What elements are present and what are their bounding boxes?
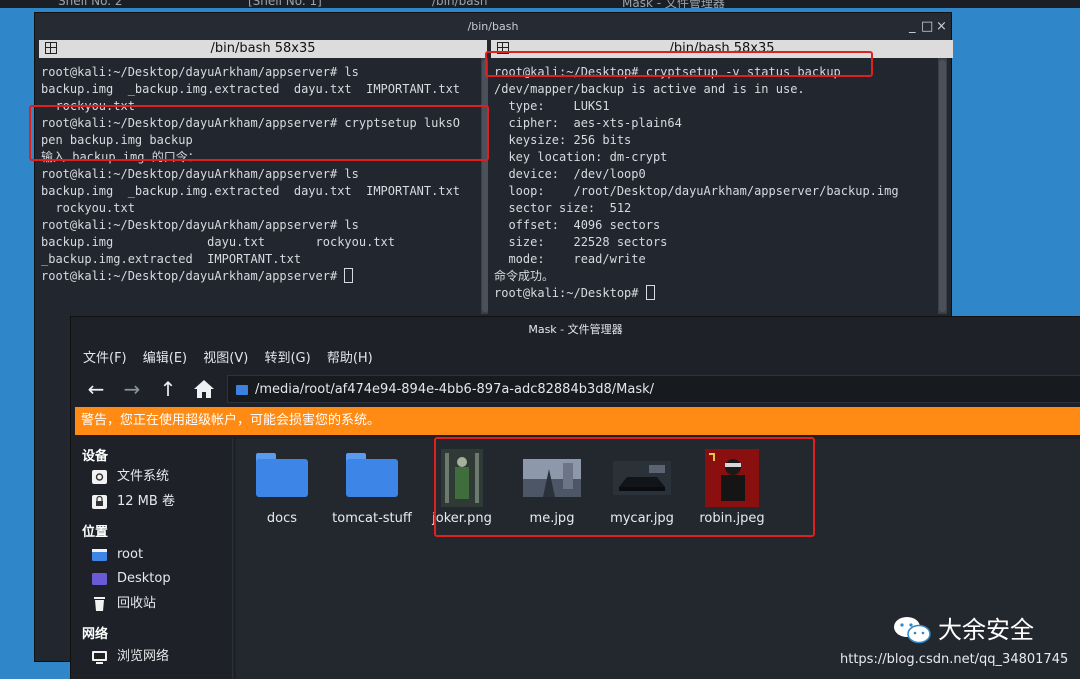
menu-go[interactable]: 转到(G) (264, 351, 310, 366)
taskbar: Shell No. 2 [Shell No. 1] /bin/bash Mask… (0, 0, 1080, 8)
terminal-line: pen backup.img backup (41, 133, 193, 147)
folder-icon (343, 449, 401, 501)
taskbar-item-file-manager[interactable]: Mask - 文件管理器 (622, 0, 725, 8)
forward-arrow-icon[interactable]: → (119, 376, 145, 402)
terminal-line: keysize: 256 bits (494, 133, 632, 147)
menu-bar: 文件(F) 编辑(E) 视图(V) 转到(G) 帮助(H) (83, 347, 385, 367)
terminal-line: root@kali:~/Desktop/dayuArkham/appserver… (41, 218, 359, 232)
terminal-line: root@kali:~/Desktop/dayuArkham/appserver… (41, 167, 359, 181)
path-text: /media/root/af474e94-894e-4bb6-897a-adc8… (255, 382, 655, 397)
terminal-line: key location: dm-crypt (494, 150, 668, 164)
terminal-cursor (344, 268, 354, 283)
terminal-line: sector size: 512 (494, 201, 632, 215)
sidebar-heading-network: 网络 (82, 627, 109, 642)
menu-edit[interactable]: 编辑(E) (143, 351, 187, 366)
terminal-line: root@kali:~/Desktop# cryptsetup -v statu… (494, 65, 841, 79)
file-item-robin[interactable]: robin.jpeg (687, 449, 777, 526)
terminal-line: device: /dev/loop0 (494, 167, 646, 181)
image-thumbnail-me (523, 449, 581, 501)
terminal-line: type: LUKS1 (494, 99, 610, 113)
folder-icon (236, 385, 248, 395)
image-thumbnail-robin (703, 449, 761, 507)
menu-file[interactable]: 文件(F) (83, 351, 127, 366)
terminal-line: 命令成功。 (494, 269, 555, 283)
close-button[interactable]: × (936, 13, 947, 40)
wechat-icon (894, 617, 931, 644)
terminal-line: root@kali:~/Desktop# (494, 286, 646, 300)
terminal-line: rockyou.txt (41, 201, 135, 215)
left-pane-title: /bin/bash 58x35 (210, 41, 316, 56)
terminal-line: 输入 backup.img 的口令： (41, 150, 200, 164)
trash-icon (94, 597, 105, 611)
back-arrow-icon[interactable]: ← (83, 376, 109, 402)
watermark-brand: 大余安全 (938, 616, 1034, 644)
terminal-line: /dev/mapper/backup is active and is in u… (494, 82, 805, 96)
file-item-joker[interactable]: joker.png (417, 449, 507, 526)
navigation-bar: ← → ↑ /media/root/af474e94-894e-4bb6-897… (71, 372, 1080, 406)
left-pane-header: /bin/bash 58x35 (39, 40, 487, 58)
terminal-line: size: 22528 sectors (494, 235, 668, 249)
volume-lock-icon (92, 495, 107, 509)
network-icon (92, 651, 107, 664)
terminal-line: _backup.img.extracted IMPORTANT.txt (41, 252, 302, 266)
home-folder-icon (92, 549, 107, 561)
terminal-line: backup.img _backup.img.extracted dayu.tx… (41, 184, 461, 198)
up-arrow-icon[interactable]: ↑ (155, 376, 181, 402)
terminal-line: rockyou.txt (41, 99, 135, 113)
path-bar[interactable]: /media/root/af474e94-894e-4bb6-897a-adc8… (227, 375, 1080, 403)
home-icon[interactable] (191, 376, 217, 402)
sidebar: 设备 文件系统 12 MB 卷 位置 root Desktop 回收站 网络 浏… (75, 439, 233, 679)
terminal-line: offset: 4096 sectors (494, 218, 661, 232)
file-item-docs[interactable]: docs (237, 449, 327, 526)
left-terminal-output: root@kali:~/Desktop/dayuArkham/appserver… (35, 58, 481, 285)
watermark: 大余安全 (892, 612, 1072, 648)
maximize-button[interactable]: □ (921, 13, 933, 40)
terminal-line: root@kali:~/Desktop/dayuArkham/appserver… (41, 269, 345, 283)
terminal-cursor (645, 285, 655, 300)
image-thumbnail-mycar (613, 449, 671, 501)
root-warning-bar: 警告，您正在使用超级帐户，可能会损害您的系统。 (75, 407, 1080, 435)
terminal-title: /bin/bash (35, 13, 951, 40)
right-pane-header: /bin/bash 58x35 (491, 40, 953, 58)
taskbar-item-bash[interactable]: /bin/bash (432, 0, 487, 8)
file-item-mycar[interactable]: mycar.jpg (597, 449, 687, 526)
right-pane-title: /bin/bash 58x35 (669, 41, 775, 56)
terminal-line: mode: read/write (494, 252, 646, 266)
sidebar-heading-places: 位置 (82, 525, 109, 540)
desktop-folder-icon (92, 573, 107, 585)
file-item-me[interactable]: me.jpg (507, 449, 597, 526)
file-item-tomcat-stuff[interactable]: tomcat-stuff (327, 449, 417, 526)
folder-icon (253, 449, 311, 501)
minimize-button[interactable]: _ (909, 13, 916, 40)
terminal-line: backup.img _backup.img.extracted dayu.tx… (41, 82, 461, 96)
menu-help[interactable]: 帮助(H) (327, 351, 373, 366)
right-scrollbar[interactable] (938, 58, 947, 314)
terminal-line: backup.img dayu.txt rockyou.txt (41, 235, 396, 249)
taskbar-item-shell-2[interactable]: Shell No. 2 (58, 0, 122, 8)
drive-icon (92, 470, 107, 484)
sidebar-heading-devices: 设备 (82, 449, 109, 464)
menu-view[interactable]: 视图(V) (203, 351, 248, 366)
file-manager-title: Mask - 文件管理器 (71, 317, 1080, 343)
taskbar-item-shell-1[interactable]: [Shell No. 1] (248, 0, 322, 8)
terminal-line: root@kali:~/Desktop/dayuArkham/appserver… (41, 116, 461, 130)
right-terminal-output: root@kali:~/Desktop# cryptsetup -v statu… (488, 58, 938, 302)
terminal-line: cipher: aes-xts-plain64 (494, 116, 682, 130)
watermark-url: https://blog.csdn.net/qq_34801745 (840, 652, 1069, 667)
terminal-line: loop: /root/Desktop/dayuArkham/appserver… (494, 184, 899, 198)
image-thumbnail-joker (433, 449, 491, 507)
terminal-line: root@kali:~/Desktop/dayuArkham/appserver… (41, 65, 359, 79)
